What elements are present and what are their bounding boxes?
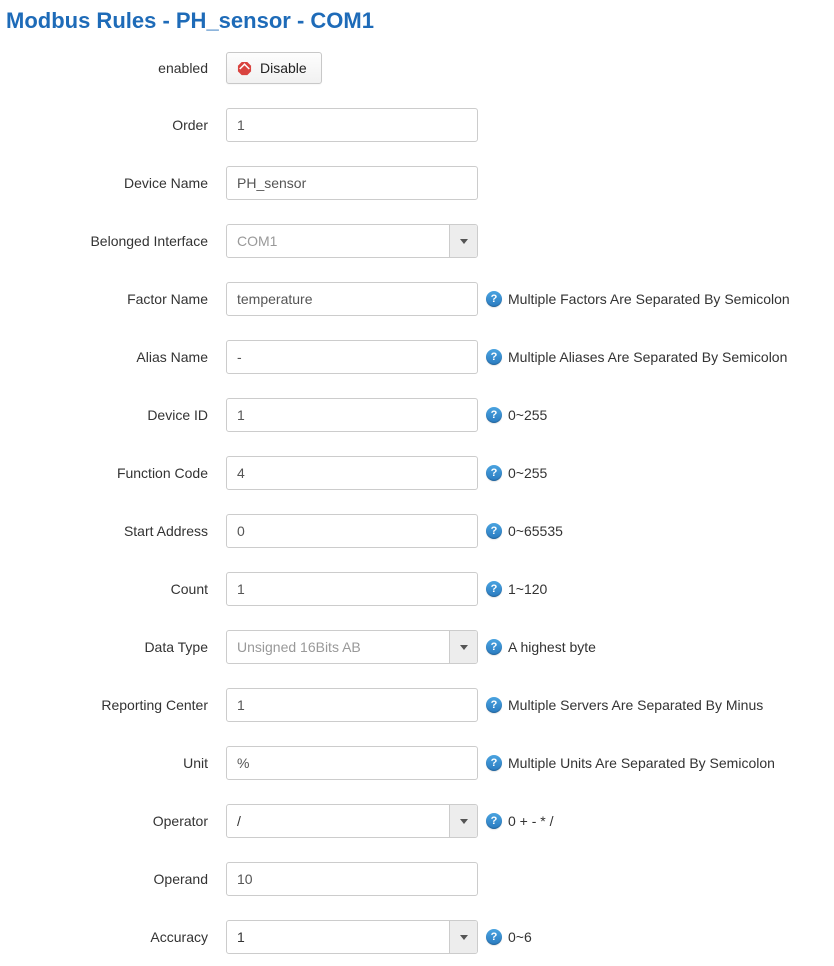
label-operator: Operator	[4, 813, 226, 829]
operator-select[interactable]: /	[226, 804, 478, 838]
hint-reporting-center: Multiple Servers Are Separated By Minus	[508, 697, 763, 713]
hint-function-code: 0~255	[508, 465, 547, 481]
label-device-id: Device ID	[4, 407, 226, 423]
help-icon[interactable]: ?	[486, 813, 502, 829]
label-reporting-center: Reporting Center	[4, 697, 226, 713]
device-id-input[interactable]	[226, 398, 478, 432]
hint-count: 1~120	[508, 581, 547, 597]
help-icon[interactable]: ?	[486, 697, 502, 713]
hint-data-type: A highest byte	[508, 639, 596, 655]
help-icon[interactable]: ?	[486, 349, 502, 365]
label-order: Order	[4, 117, 226, 133]
chevron-down-icon	[449, 805, 477, 837]
help-icon[interactable]: ?	[486, 465, 502, 481]
function-code-input[interactable]	[226, 456, 478, 490]
chevron-down-icon	[449, 921, 477, 953]
count-input[interactable]	[226, 572, 478, 606]
chevron-down-icon	[449, 225, 477, 257]
start-address-input[interactable]	[226, 514, 478, 548]
hint-accuracy: 0~6	[508, 929, 532, 945]
label-function-code: Function Code	[4, 465, 226, 481]
disable-button-label: Disable	[260, 60, 307, 76]
data-type-select[interactable]: Unsigned 16Bits AB	[226, 630, 478, 664]
help-icon[interactable]: ?	[486, 755, 502, 771]
factor-name-input[interactable]	[226, 282, 478, 316]
hint-device-id: 0~255	[508, 407, 547, 423]
hint-unit: Multiple Units Are Separated By Semicolo…	[508, 755, 775, 771]
interface-select-value: COM1	[227, 225, 449, 257]
unit-input[interactable]	[226, 746, 478, 780]
hint-start-address: 0~65535	[508, 523, 563, 539]
help-icon[interactable]: ?	[486, 581, 502, 597]
operator-select-value: /	[227, 805, 449, 837]
label-interface: Belonged Interface	[4, 233, 226, 249]
label-device-name: Device Name	[4, 175, 226, 191]
label-factor-name: Factor Name	[4, 291, 226, 307]
help-icon[interactable]: ?	[486, 639, 502, 655]
hint-factor-name: Multiple Factors Are Separated By Semico…	[508, 291, 790, 307]
accuracy-select[interactable]: 1	[226, 920, 478, 954]
device-name-input[interactable]	[226, 166, 478, 200]
alias-name-input[interactable]	[226, 340, 478, 374]
accuracy-select-value: 1	[227, 921, 449, 953]
label-data-type: Data Type	[4, 639, 226, 655]
reporting-center-input[interactable]	[226, 688, 478, 722]
interface-select[interactable]: COM1	[226, 224, 478, 258]
label-accuracy: Accuracy	[4, 929, 226, 945]
data-type-select-value: Unsigned 16Bits AB	[227, 631, 449, 663]
page-title: Modbus Rules - PH_sensor - COM1	[4, 8, 830, 34]
label-unit: Unit	[4, 755, 226, 771]
label-count: Count	[4, 581, 226, 597]
help-icon[interactable]: ?	[486, 523, 502, 539]
label-start-address: Start Address	[4, 523, 226, 539]
help-icon[interactable]: ?	[486, 929, 502, 945]
label-alias-name: Alias Name	[4, 349, 226, 365]
help-icon[interactable]: ?	[486, 291, 502, 307]
stop-icon	[237, 61, 252, 76]
label-enabled: enabled	[4, 60, 226, 76]
help-icon[interactable]: ?	[486, 407, 502, 423]
chevron-down-icon	[449, 631, 477, 663]
hint-operator: 0 + - * /	[508, 813, 554, 829]
order-input[interactable]	[226, 108, 478, 142]
label-operand: Operand	[4, 871, 226, 887]
disable-button[interactable]: Disable	[226, 52, 322, 84]
hint-alias-name: Multiple Aliases Are Separated By Semico…	[508, 349, 787, 365]
operand-input[interactable]	[226, 862, 478, 896]
